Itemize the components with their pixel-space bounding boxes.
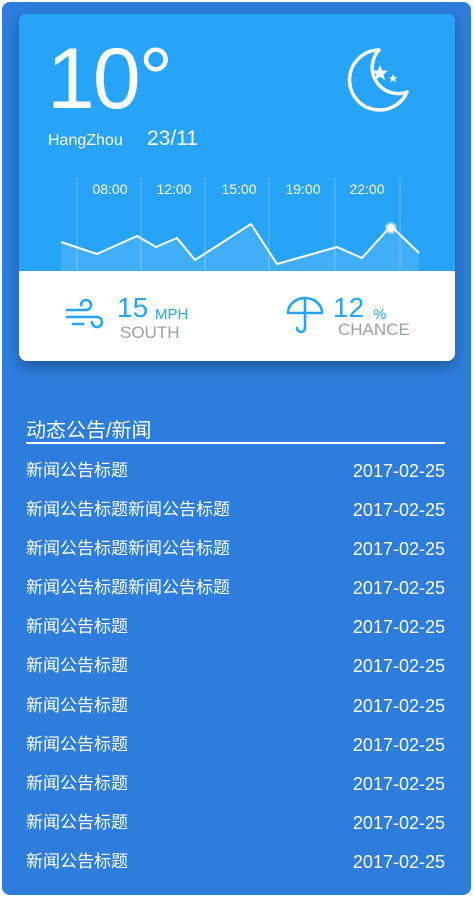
- news-item[interactable]: 新闻公告标题 2017-02-25: [26, 613, 445, 652]
- umbrella-icon: [286, 296, 324, 334]
- news-item[interactable]: 新闻公告标题 2017-02-25: [26, 652, 445, 691]
- news-headline[interactable]: 新闻公告标题: [26, 770, 128, 798]
- news-date: 2017-02-25: [352, 773, 445, 794]
- news-headline[interactable]: 新闻公告标题新闻公告标题: [26, 574, 230, 602]
- news-date: 2017-02-25: [352, 734, 445, 755]
- widget-panel: 10° HangZhou 23/11 08:00 12:00 15:00 19:…: [2, 2, 471, 895]
- temperature: 10°: [47, 31, 173, 127]
- news-item[interactable]: 新闻公告标题 2017-02-25: [26, 809, 445, 848]
- hour-label: 19:00: [285, 181, 320, 197]
- weather-header: 10° HangZhou 23/11 08:00 12:00 15:00 19:…: [19, 14, 455, 271]
- news-item[interactable]: 新闻公告标题新闻公告标题 2017-02-25: [26, 496, 445, 535]
- news-headline[interactable]: 新闻公告标题: [26, 731, 128, 759]
- news-date: 2017-02-25: [352, 695, 445, 716]
- news-headline[interactable]: 新闻公告标题: [26, 848, 128, 876]
- news-item[interactable]: 新闻公告标题新闻公告标题 2017-02-25: [26, 535, 445, 574]
- news-date: 2017-02-25: [352, 851, 445, 872]
- hour-label: 22:00: [349, 181, 384, 197]
- weather-date: 23/11: [147, 127, 198, 150]
- wind-direction: SOUTH: [120, 323, 180, 342]
- news-date: 2017-02-25: [352, 617, 445, 638]
- news-headline[interactable]: 新闻公告标题: [26, 457, 128, 485]
- news-headline[interactable]: 新闻公告标题: [26, 652, 128, 680]
- city-name: HangZhou: [48, 132, 123, 149]
- news-item[interactable]: 新闻公告标题新闻公告标题 2017-02-25: [26, 574, 445, 613]
- hour-label: 12:00: [156, 181, 191, 197]
- rain-chance-value: 12: [333, 292, 365, 323]
- hour-label: 15:00: [221, 181, 256, 197]
- news-date: 2017-02-25: [352, 812, 445, 833]
- news-date: 2017-02-25: [352, 461, 445, 481]
- moon-stars-icon: [347, 48, 409, 112]
- rain-chance-label: CHANCE: [338, 320, 410, 339]
- news-list: 新闻公告标题 2017-02-25 新闻公告标题新闻公告标题 2017-02-25 …: [26, 457, 445, 887]
- news-item[interactable]: 新闻公告标题 2017-02-25: [26, 770, 445, 809]
- news-divider: [26, 442, 445, 444]
- news-date: 2017-02-25: [352, 539, 445, 560]
- news-item[interactable]: 新闻公告标题 2017-02-25: [26, 848, 445, 887]
- news-item[interactable]: 新闻公告标题 2017-02-25: [26, 731, 445, 770]
- weather-card: 10° HangZhou 23/11 08:00 12:00 15:00 19:…: [19, 14, 455, 361]
- wind-icon: [65, 299, 103, 329]
- news-section-title: 动态公告/新闻: [26, 420, 152, 442]
- news-headline[interactable]: 新闻公告标题: [26, 692, 128, 720]
- hourly-chart: 08:00 12:00 15:00 19:00 22:00: [60, 178, 420, 271]
- news-date: 2017-02-25: [352, 656, 445, 677]
- hour-label: 08:00: [92, 181, 127, 197]
- wind-speed: 15: [117, 292, 149, 323]
- news-item[interactable]: 新闻公告标题 2017-02-25: [26, 692, 445, 731]
- news-headline[interactable]: 新闻公告标题: [26, 809, 128, 837]
- news-headline[interactable]: 新闻公告标题新闻公告标题: [26, 535, 230, 563]
- news-date: 2017-02-25: [352, 578, 445, 599]
- weather-details: 15 MPH SOUTH 12 % CHANCE: [19, 271, 455, 361]
- news-headline[interactable]: 新闻公告标题: [26, 613, 128, 641]
- news-item[interactable]: 新闻公告标题 2017-02-25: [26, 457, 445, 496]
- news-headline[interactable]: 新闻公告标题新闻公告标题: [26, 496, 230, 524]
- news-date: 2017-02-25: [352, 500, 445, 521]
- wind-unit: MPH: [155, 306, 189, 323]
- current-point-dot: [387, 224, 395, 232]
